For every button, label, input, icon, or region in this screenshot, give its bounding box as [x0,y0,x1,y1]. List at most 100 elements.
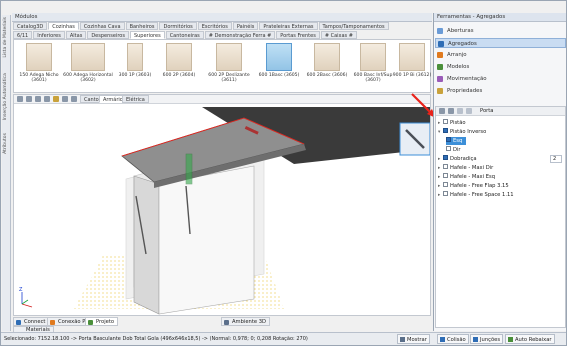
tree-node[interactable]: Dir [446,146,461,154]
library-item-selected[interactable]: 600 1Basc (3605) [254,43,304,91]
tab-demonstracao[interactable]: # Demonstração Ferra # [204,31,276,39]
library-item[interactable]: 600 2P Deslizante (3611) [204,43,254,91]
library-item[interactable]: 900 1P Bi (3612) [392,43,432,91]
tab-conexao[interactable]: Conexão P [47,317,90,326]
tab-paineis[interactable]: Painéis [232,22,259,30]
tab-tampos[interactable]: Tampos/Tamponamentos [318,22,389,30]
library-item[interactable]: 600 Adega Horizontal (3602) [63,43,113,91]
tree-node[interactable]: ▸ Hafele - Maxi Esq [438,173,495,181]
light-icon[interactable] [53,96,59,102]
door-icon [437,28,443,34]
tools-panel-title: Ferramentas - Agregados [434,13,566,22]
module-thumbnail [266,43,292,71]
tab-inferiores[interactable]: Inferiores [33,31,65,39]
cabinet-front [158,165,255,315]
auto-lower-toggle[interactable]: Auto Rebaixar [505,334,555,344]
tree-checkbox[interactable] [443,182,448,187]
tab-dormitorios[interactable]: Dormitórios [159,22,197,30]
vertical-tab-attributes[interactable]: Atributos [3,133,8,154]
tab-ambiente-3d[interactable]: Ambiente 3D [221,317,270,326]
tab-portas-frentes[interactable]: Portas Frentes [276,31,320,39]
library-item[interactable]: 150 Adega Nicho (3601) [14,43,64,91]
tree-checkbox[interactable] [443,191,448,196]
library-item[interactable]: 600 2P (3604) [154,43,204,91]
tab-escritorios[interactable]: Escritórios [197,22,232,30]
tree-node[interactable]: ▸ Hafele - Free Flap 3.15 [438,182,509,190]
list-icon[interactable] [448,108,454,114]
tab-cozinhas-cava[interactable]: Cozinhas Cava [79,22,125,30]
modules-panel-title: Módulos [12,13,432,22]
render-icon[interactable] [44,96,50,102]
menu-movimentacao[interactable]: Movimentação [435,74,566,84]
vertical-tab-materials[interactable]: Lista de Materiais [3,17,8,58]
tree-checkbox[interactable] [446,137,451,142]
menu-arranjo[interactable]: Arranjo [435,50,566,60]
module-thumbnail [127,43,143,71]
cabinet-side [133,175,160,315]
quantity-stepper[interactable]: 2 [550,155,562,163]
joints-toggle[interactable]: Junções [470,334,504,344]
page-counter: 6/11 [13,31,33,39]
connection-icon [50,320,55,325]
module-thumbnail [360,43,386,71]
tree-node[interactable]: ▾ Pistão Inverso [438,128,486,136]
camera-icon[interactable] [26,96,32,102]
hardware-tree: Porta ▸ Pistão ▾ Pistão Inverso Esq Dir ▸ D… [435,106,566,328]
library-item[interactable]: 300 1P (3603) [110,43,160,91]
scene-canvas: Z [19,104,430,315]
vertical-tab-strip: Lista de Materiais Inserção Automática A… [2,15,11,331]
back-icon[interactable] [457,108,463,114]
menu-propriedades[interactable]: Propriedades [435,86,566,96]
tab-caixas[interactable]: # Caixas # [320,31,357,39]
library-item[interactable]: 600 Basc Inf/Sup (3607) [348,43,398,91]
tab-superiores[interactable]: Superiores [129,31,165,39]
tab-banheiros[interactable]: Banheiros [125,22,159,30]
tree-node[interactable]: ▸ Pistão [438,119,466,127]
view-icon[interactable] [17,96,23,102]
tab-cozinhas[interactable]: Cozinhas [48,22,79,30]
module-thumbnail [71,43,105,71]
view-tab-eletrica[interactable]: Elétrica [122,95,149,103]
menu-aberturas[interactable]: Aberturas [435,26,566,36]
viewport-3d[interactable]: Cantos Armários Elétrica Z [13,94,431,316]
show-button[interactable]: Mostrar [397,334,430,344]
tree-node[interactable]: ▸ Dobradiça [438,155,477,163]
menu-modelos[interactable]: Modelos [435,62,566,72]
tree-checkbox[interactable] [443,164,448,169]
module-thumbnail [166,43,192,71]
tab-connect[interactable]: Connect [13,317,50,326]
module-thumbnail [399,43,425,71]
app-window: Lista de Materiais Inserção Automática A… [0,0,567,346]
axis-label: Z [19,287,23,293]
status-bar: Selecionado: 7152.18.100 -> Porta Bascul… [1,332,566,345]
axis-y [21,299,29,305]
tree-node[interactable]: ▸ Hafele - Free Space 1.11 [438,191,514,199]
sub-tabs: 6/11 Inferiores Altas Despenseiros Super… [13,31,357,39]
grid-icon[interactable] [62,96,68,102]
tree-checkbox[interactable] [446,146,451,151]
menu-agregados[interactable]: Agregados [435,38,566,48]
tree-node[interactable]: ▸ Hafele - Maxi Dir [438,164,493,172]
tab-altas[interactable]: Altas [65,31,87,39]
module-thumbnail [26,43,52,71]
tree-checkbox[interactable] [443,155,448,160]
tree-checkbox[interactable] [443,119,448,124]
tab-projeto[interactable]: Projeto [85,317,119,326]
collision-toggle[interactable]: Colisão [437,334,469,344]
module-thumbnail [314,43,340,71]
tree-checkbox[interactable] [443,173,448,178]
measure-icon[interactable] [71,96,77,102]
arrange-icon [437,52,443,58]
tab-despenseiros[interactable]: Despenseiros [87,31,129,39]
zoom-icon[interactable] [35,96,41,102]
tab-prateleiras-externas[interactable]: Prateleiras Externas [259,22,318,30]
vertical-tab-auto-insert[interactable]: Inserção Automática [3,73,8,120]
tree-toolbar: Porta [436,107,565,116]
sort-icon[interactable] [439,108,445,114]
library-item[interactable]: 600 2Basc (3606) [302,43,352,91]
tab-cantoneiras[interactable]: Cantoneiras [165,31,204,39]
tab-catalog3d[interactable]: Catalog3D [13,22,48,30]
tree-checkbox[interactable] [443,128,448,133]
tree-node-selected[interactable]: Esq [446,137,467,145]
forward-icon[interactable] [466,108,472,114]
